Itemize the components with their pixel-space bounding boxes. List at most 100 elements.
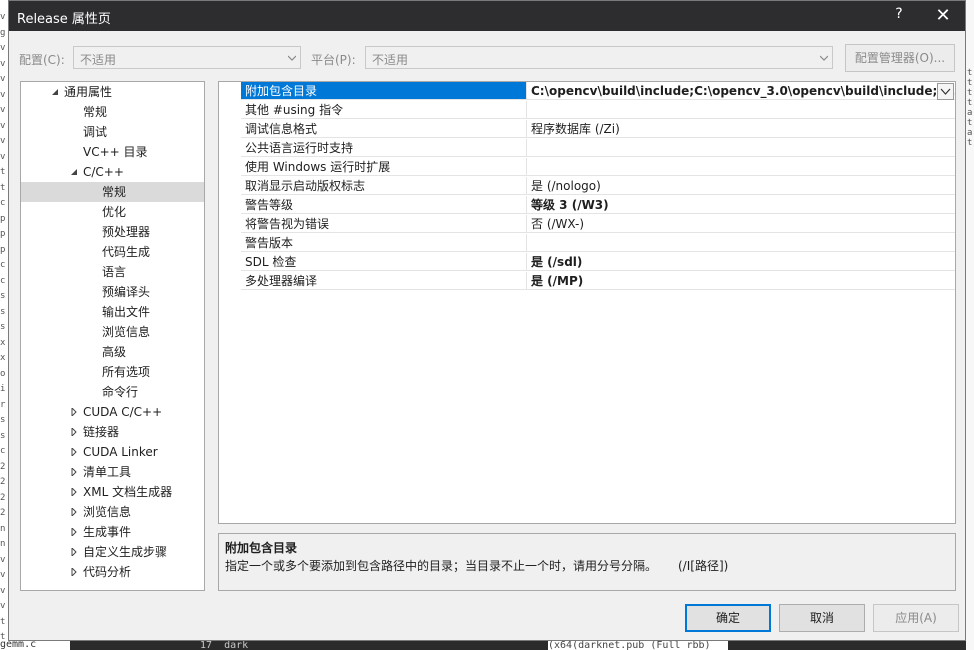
description-panel: 附加包含目录 指定一个或多个要添加到包含路径中的目录；当目录不止一个时，请用分号… <box>218 533 956 591</box>
property-name[interactable]: 警告版本 <box>241 234 526 252</box>
background-glyph: c <box>0 446 6 456</box>
tree-item[interactable]: 所有选项 <box>21 362 204 382</box>
property-name[interactable]: 将警告视为错误 <box>241 215 526 233</box>
property-name[interactable]: 警告等级 <box>241 196 526 214</box>
tree-item[interactable]: 命令行 <box>21 382 204 402</box>
tree-item[interactable]: 输出文件 <box>21 302 204 322</box>
cancel-button[interactable]: 取消 <box>779 604 865 632</box>
expanded-triangle-icon[interactable] <box>70 168 78 176</box>
ok-button[interactable]: 确定 <box>685 604 771 632</box>
tree-item[interactable]: 常规 <box>21 182 204 202</box>
property-row[interactable]: 调试信息格式 程序数据库 (/Zi) <box>219 120 955 139</box>
tree-item-label: 所有选项 <box>102 365 151 379</box>
tree-item[interactable]: 通用属性 <box>21 82 204 102</box>
property-name[interactable]: 公共语言运行时支持 <box>241 139 526 157</box>
expanded-triangle-icon[interactable] <box>51 88 59 96</box>
collapsed-triangle-icon[interactable] <box>70 468 78 476</box>
tree-item[interactable]: 常规 <box>21 102 204 122</box>
row-gutter <box>219 196 241 215</box>
collapsed-triangle-icon[interactable] <box>70 488 78 496</box>
configuration-combo[interactable]: 不适用 <box>73 46 301 69</box>
property-row[interactable]: 使用 Windows 运行时扩展 <box>219 158 955 177</box>
tree-item[interactable]: 代码生成 <box>21 242 204 262</box>
tree-item[interactable]: 自定义生成步骤 <box>21 542 204 562</box>
property-value[interactable]: 是 (/nologo) <box>526 177 955 195</box>
property-name[interactable]: 使用 Windows 运行时扩展 <box>241 158 526 176</box>
property-row[interactable]: 公共语言运行时支持 <box>219 139 955 158</box>
property-row[interactable]: 将警告视为错误否 (/WX-) <box>219 215 955 234</box>
tree-item[interactable]: 代码分析 <box>21 562 204 582</box>
tree-item[interactable]: XML 文档生成器 <box>21 482 204 502</box>
background-glyph: a <box>967 128 973 138</box>
tree-item-label: 自定义生成步骤 <box>83 545 168 559</box>
tree-item[interactable]: 生成事件 <box>21 522 204 542</box>
tree-item-label: 预编译头 <box>102 285 151 299</box>
row-gutter <box>219 215 241 234</box>
property-name[interactable]: SDL 检查 <box>241 253 526 271</box>
collapsed-triangle-icon[interactable] <box>70 548 78 556</box>
collapsed-triangle-icon[interactable] <box>70 568 78 576</box>
value-dropdown-button[interactable] <box>937 83 954 100</box>
platform-combo[interactable]: 不适用 <box>365 46 833 69</box>
tree-item[interactable]: 语言 <box>21 262 204 282</box>
property-value[interactable] <box>526 101 955 119</box>
property-value[interactable]: 否 (/WX-) <box>526 215 955 233</box>
collapsed-triangle-icon[interactable] <box>70 508 78 516</box>
platform-label: 平台(P): <box>311 53 356 67</box>
background-glyph: t <box>967 68 973 78</box>
property-row[interactable]: 其他 #using 指令 <box>219 101 955 120</box>
property-row[interactable]: 附加包含目录 C:\opencv\build\include;C:\opencv_… <box>219 82 955 101</box>
tree-item-label: 代码生成 <box>102 245 151 259</box>
property-value[interactable]: 等级 3 (/W3) <box>526 196 955 214</box>
property-name[interactable]: 调试信息格式 <box>241 120 526 138</box>
property-row[interactable]: 警告等级 等级 3 (/W3) <box>219 196 955 215</box>
tree-item[interactable]: 预编译头 <box>21 282 204 302</box>
background-glyph: v <box>0 585 6 596</box>
property-name[interactable]: 取消显示启动版权标志 <box>241 177 526 195</box>
background-glyph: n <box>0 539 6 549</box>
collapsed-triangle-icon[interactable] <box>70 528 78 536</box>
property-row[interactable]: SDL 检查是 (/sdl) <box>219 253 955 272</box>
close-button[interactable]: ✕ <box>931 4 955 28</box>
property-value[interactable]: 是 (/sdl) <box>526 253 955 271</box>
tree-item[interactable]: CUDA C/C++ <box>21 402 204 422</box>
background-editor-bottom: 17 dark (x64(darknet.pub (Full rbb) <box>8 641 966 650</box>
row-gutter <box>219 253 241 272</box>
background-glyph: x <box>0 337 6 348</box>
tree-item[interactable]: VC++ 目录 <box>21 142 204 162</box>
property-row[interactable]: 取消显示启动版权标志是 (/nologo) <box>219 177 955 196</box>
background-glyph: p <box>0 213 6 224</box>
property-name[interactable]: 多处理器编译 <box>241 272 526 290</box>
property-row[interactable]: 警告版本 <box>219 234 955 253</box>
property-value[interactable] <box>526 234 955 252</box>
property-name[interactable]: 附加包含目录 <box>241 82 526 100</box>
tree-item[interactable]: 链接器 <box>21 422 204 442</box>
collapsed-triangle-icon[interactable] <box>70 408 78 416</box>
tree-item[interactable]: 清单工具 <box>21 462 204 482</box>
property-value[interactable]: 是 (/MP) <box>526 272 955 290</box>
property-value[interactable]: 程序数据库 (/Zi) <box>526 120 955 138</box>
property-value[interactable]: C:\opencv\build\include;C:\opencv_3.0\op… <box>526 82 955 100</box>
background-glyph: v <box>0 12 6 22</box>
apply-button[interactable]: 应用(A) <box>873 604 959 632</box>
property-value[interactable] <box>526 139 955 157</box>
tree-item[interactable]: C/C++ <box>21 162 204 182</box>
background-glyph: 2 <box>0 492 6 503</box>
tree-item[interactable]: 高级 <box>21 342 204 362</box>
title-bar: Release 属性页 ? ✕ <box>9 1 965 31</box>
tree-item[interactable]: 浏览信息 <box>21 502 204 522</box>
tree-item[interactable]: 预处理器 <box>21 222 204 242</box>
collapsed-triangle-icon[interactable] <box>70 428 78 436</box>
tree-item[interactable]: 调试 <box>21 122 204 142</box>
tree-item[interactable]: 优化 <box>21 202 204 222</box>
background-glyph: t <box>967 98 973 108</box>
property-value[interactable] <box>526 158 955 176</box>
configuration-manager-button[interactable]: 配置管理器(O)... <box>845 44 955 72</box>
collapsed-triangle-icon[interactable] <box>70 448 78 456</box>
property-row[interactable]: 多处理器编译是 (/MP) <box>219 272 955 291</box>
help-button[interactable]: ? <box>889 6 909 26</box>
tree-item-label: C/C++ <box>83 165 124 179</box>
property-name[interactable]: 其他 #using 指令 <box>241 101 526 119</box>
tree-item[interactable]: CUDA Linker <box>21 442 204 462</box>
tree-item[interactable]: 浏览信息 <box>21 322 204 342</box>
